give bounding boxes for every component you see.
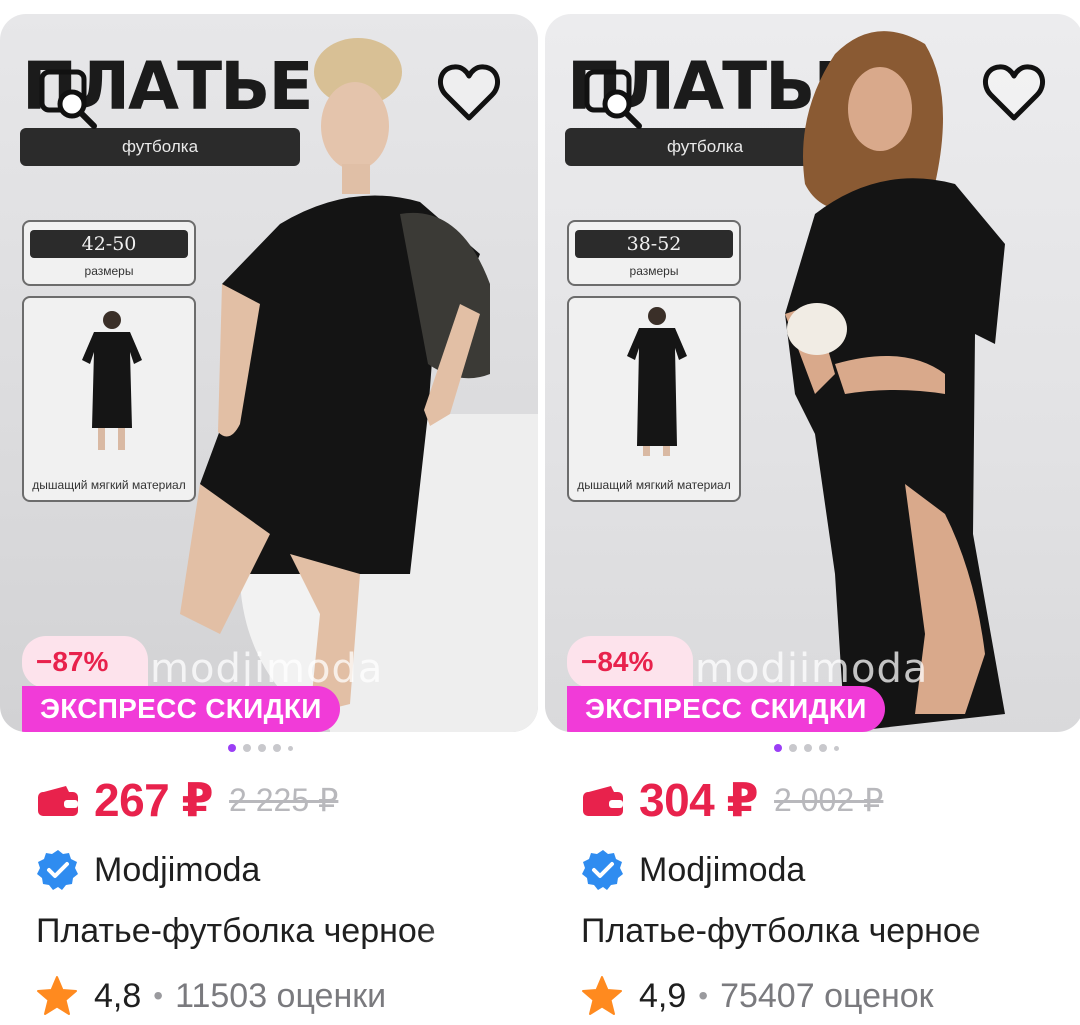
image-search-icon[interactable] xyxy=(38,68,100,130)
rating-row: 4,9 • 75407 оценок xyxy=(581,972,934,1020)
old-price: 2 225 ₽ xyxy=(229,782,339,818)
carousel-dot xyxy=(273,744,281,752)
heart-outline-icon[interactable] xyxy=(436,60,502,126)
product-title[interactable]: Платье-футболка черное xyxy=(581,912,1047,956)
carousel-dot xyxy=(288,745,293,751)
seller-name[interactable]: Modjimoda xyxy=(94,851,260,890)
separator-dot: • xyxy=(153,980,164,1011)
wallet-icon xyxy=(38,786,78,816)
price-row: 304 ₽ 2 002 ₽ xyxy=(581,772,883,828)
seller-name[interactable]: Modjimoda xyxy=(639,851,805,890)
current-price: 304 ₽ xyxy=(639,774,759,826)
promo-badge: ЭКСПРЕСС СКИДКИ xyxy=(567,686,885,732)
heart-outline-icon[interactable] xyxy=(981,60,1047,126)
discount-badge: −84% xyxy=(567,636,693,688)
star-icon xyxy=(37,976,77,1015)
carousel-dot xyxy=(774,744,782,752)
product-card[interactable]: ПЛАТЬЕ футболка 38-52 размеры дышащий мя… xyxy=(545,14,1080,1015)
separator-dot: • xyxy=(698,980,709,1011)
reviews-count: 75407 оценок xyxy=(720,976,934,1015)
carousel-dot xyxy=(243,744,251,752)
star-icon xyxy=(582,976,622,1015)
carousel-dot xyxy=(789,744,797,752)
product-photo[interactable]: ПЛАТЬЕ футболка 38-52 размеры дышащий мя… xyxy=(545,14,1080,732)
carousel-dot xyxy=(819,744,827,752)
rating-value: 4,9 xyxy=(639,976,687,1015)
promo-badge: ЭКСПРЕСС СКИДКИ xyxy=(22,686,340,732)
current-price: 267 ₽ xyxy=(94,774,214,826)
verified-badge-icon xyxy=(37,850,78,890)
rating-row: 4,8 • 11503 оценки xyxy=(36,972,386,1020)
discount-badge: −87% xyxy=(22,636,148,688)
verified-badge-icon xyxy=(582,850,623,890)
seller-row[interactable]: Modjimoda xyxy=(36,850,260,890)
carousel-dot xyxy=(834,745,839,751)
carousel-dot xyxy=(804,744,812,752)
image-carousel-dots xyxy=(228,742,293,754)
image-search-icon[interactable] xyxy=(583,68,645,130)
product-photo[interactable]: ПЛАТЬЕ футболка 42-50 размеры дышащий мя… xyxy=(0,14,538,732)
image-carousel-dots xyxy=(774,742,839,754)
reviews-count: 11503 оценки xyxy=(175,976,387,1015)
price-row: 267 ₽ 2 225 ₽ xyxy=(36,772,338,828)
old-price: 2 002 ₽ xyxy=(774,782,884,818)
product-title[interactable]: Платье-футболка черное xyxy=(36,912,502,956)
product-card[interactable]: ПЛАТЬЕ футболка 42-50 размеры дышащий мя… xyxy=(0,14,538,1015)
carousel-dot xyxy=(258,744,266,752)
seller-row[interactable]: Modjimoda xyxy=(581,850,805,890)
wallet-icon xyxy=(583,786,623,816)
carousel-dot xyxy=(228,744,236,752)
rating-value: 4,8 xyxy=(94,976,142,1015)
